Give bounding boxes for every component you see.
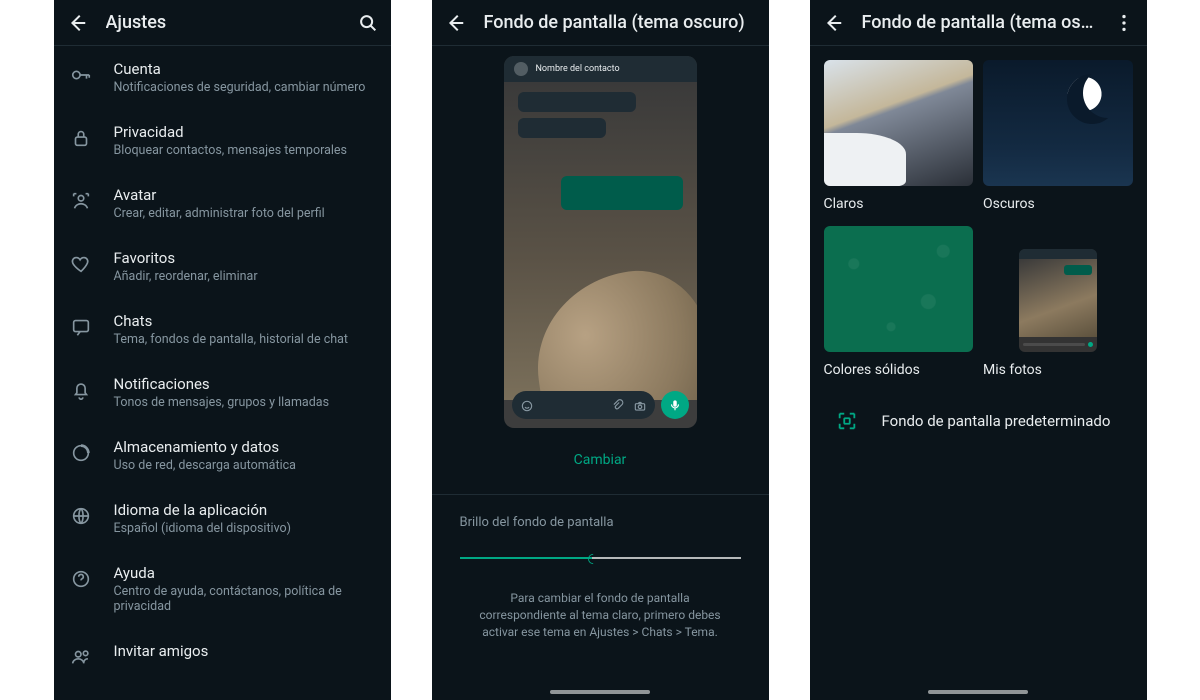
topbar: Ajustes [54,0,391,46]
wallpaper-preview: Nombre del contacto [432,46,769,428]
mic-button [661,391,689,419]
topbar: Fondo de pantalla (tema oscuro) [432,0,769,46]
chat-input-mock [512,390,689,420]
page-title: Ajustes [106,12,339,33]
item-title: Privacidad [114,123,375,141]
thumb-light [824,60,974,186]
settings-item-avatar[interactable]: Avatar Crear, editar, administrar foto de… [54,172,391,235]
brightness-label: Brillo del fondo de pantalla [460,515,741,530]
item-title: Notificaciones [114,375,375,393]
item-title: Ayuda [114,564,375,582]
topbar: Fondo de pantalla (tema osc… [810,0,1147,46]
data-usage-icon [70,442,92,464]
globe-icon [70,505,92,527]
settings-item-favorites[interactable]: Favoritos Añadir, reordenar, eliminar [54,235,391,298]
item-subtitle: Español (idioma del dispositivo) [114,521,375,536]
settings-list: Cuenta Notificaciones de seguridad, cambi… [54,46,391,700]
settings-item-notifications[interactable]: Notificaciones Tonos de mensajes, grupos … [54,361,391,424]
tile-photos[interactable]: Mis fotos [983,226,1133,378]
avatar-icon [70,190,92,212]
avatar [514,62,528,76]
tile-label: Mis fotos [983,362,1133,378]
settings-item-privacy[interactable]: Privacidad Bloquear contactos, mensajes t… [54,109,391,172]
more-icon[interactable] [1113,12,1135,34]
change-button[interactable]: Cambiar [432,428,769,494]
back-icon[interactable] [66,12,88,34]
back-icon[interactable] [444,12,466,34]
home-indicator [928,690,1028,694]
wallpaper-gallery: Claros Oscuros Colores sólidos Mis fotos [810,46,1147,378]
heart-icon [70,253,92,275]
tile-label: Colores sólidos [824,362,974,378]
item-subtitle: Tonos de mensajes, grupos y llamadas [114,395,375,410]
tile-solid[interactable]: Colores sólidos [824,226,974,378]
settings-item-account[interactable]: Cuenta Notificaciones de seguridad, cambi… [54,46,391,109]
brightness-slider[interactable] [460,548,741,568]
chat-mockup: Nombre del contacto [504,56,697,428]
attach-icon [611,398,625,412]
wallpaper-preview-screen: Fondo de pantalla (tema oscuro) Nombre d… [432,0,769,700]
home-indicator [550,690,650,694]
emoji-icon [520,398,534,412]
item-subtitle: Bloquear contactos, mensajes temporales [114,143,375,158]
chat-mock-body [504,82,697,400]
item-subtitle: Uso de red, descarga automática [114,458,375,473]
thumb-dark [983,60,1133,186]
settings-item-storage[interactable]: Almacenamiento y datos Uso de red, descar… [54,424,391,487]
tile-label: Oscuros [983,196,1133,212]
outgoing-bubble [561,176,683,210]
item-subtitle: Notificaciones de seguridad, cambiar núm… [114,80,375,95]
page-title: Fondo de pantalla (tema osc… [862,12,1095,33]
key-icon [70,64,92,86]
back-icon[interactable] [822,12,844,34]
incoming-bubble [518,92,636,112]
default-wallpaper-label: Fondo de pantalla predeterminado [882,412,1111,430]
page-title: Fondo de pantalla (tema oscuro) [484,12,757,33]
item-title: Avatar [114,186,375,204]
item-subtitle: Centro de ayuda, contáctanos, política d… [114,584,375,614]
default-wallpaper-button[interactable]: Fondo de pantalla predeterminado [810,378,1147,432]
settings-screen: Ajustes Cuenta Notificaciones de segurida… [54,0,391,700]
settings-item-language[interactable]: Idioma de la aplicación Español (idioma d… [54,487,391,550]
wallpaper-gallery-screen: Fondo de pantalla (tema osc… Claros Oscu… [810,0,1147,700]
tile-label: Claros [824,196,974,212]
thumb-photos-wrap [983,226,1133,352]
bell-icon [70,379,92,401]
settings-item-invite[interactable]: Invitar amigos [54,628,391,682]
people-icon [70,646,92,668]
tile-light[interactable]: Claros [824,60,974,212]
slider-track [460,557,741,559]
search-icon[interactable] [357,12,379,34]
item-title: Idioma de la aplicación [114,501,375,519]
incoming-bubble [518,118,606,138]
camera-icon [633,398,647,412]
lock-icon [70,127,92,149]
chat-icon [70,316,92,338]
chat-mock-header: Nombre del contacto [504,56,697,82]
item-subtitle: Crear, editar, administrar foto del perf… [114,206,375,221]
input-field-mock [512,391,655,419]
slider-fill [460,557,592,559]
item-title: Chats [114,312,375,330]
brightness-section: Brillo del fondo de pantalla [432,495,769,568]
contact-name: Nombre del contacto [536,64,620,74]
item-title: Invitar amigos [114,642,375,660]
settings-item-help[interactable]: Ayuda Centro de ayuda, contáctanos, polít… [54,550,391,628]
help-icon [70,568,92,590]
slider-thumb[interactable] [585,551,599,565]
item-subtitle: Añadir, reordenar, eliminar [114,269,375,284]
item-subtitle: Tema, fondos de pantalla, historial de c… [114,332,375,347]
item-title: Favoritos [114,249,375,267]
tile-dark[interactable]: Oscuros [983,60,1133,212]
item-title: Almacenamiento y datos [114,438,375,456]
thumb-photos [1019,249,1097,352]
wallpaper-reset-icon [836,410,858,432]
thumb-solid [824,226,974,352]
settings-item-chats[interactable]: Chats Tema, fondos de pantalla, historial… [54,298,391,361]
theme-hint: Para cambiar el fondo de pantalla corres… [432,568,769,640]
item-title: Cuenta [114,60,375,78]
